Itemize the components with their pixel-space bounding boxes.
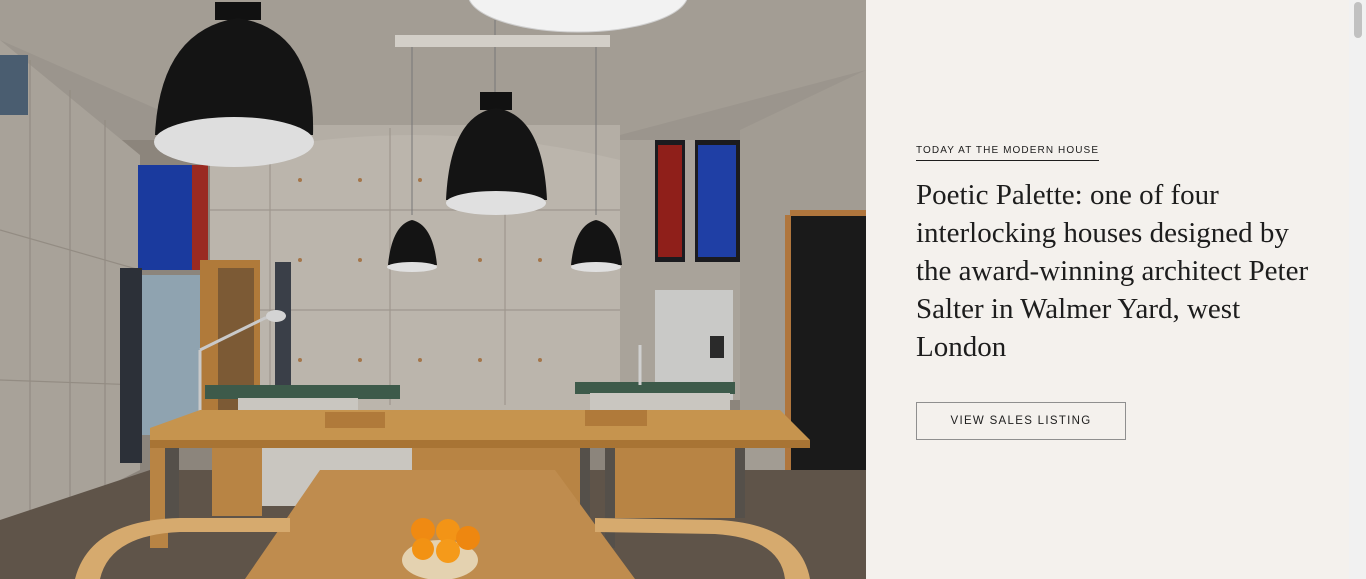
hero-photo: [0, 0, 866, 579]
scrollbar-thumb[interactable]: [1354, 2, 1362, 38]
section-eyebrow: TODAY AT THE MODERN HOUSE: [916, 145, 1100, 161]
hero-headline[interactable]: Poetic Palette: one of four interlocking…: [916, 176, 1311, 366]
view-sales-listing-button[interactable]: VIEW SALES LISTING: [916, 402, 1126, 440]
hero-caption-panel: TODAY AT THE MODERN HOUSE Poetic Palette…: [866, 0, 1349, 579]
page-scrollbar[interactable]: [1349, 0, 1366, 579]
